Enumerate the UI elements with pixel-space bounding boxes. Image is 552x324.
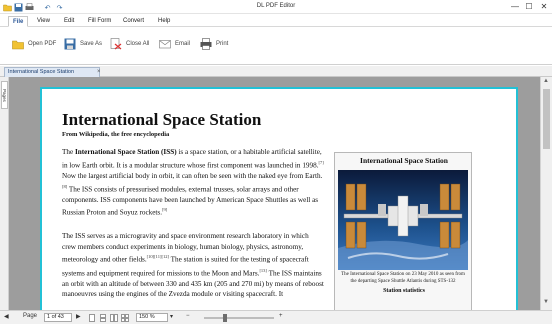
zoom-select[interactable]: 150 % (136, 313, 168, 322)
page-number-field[interactable]: 1 of 43 (44, 313, 72, 322)
scroll-up-icon[interactable]: ▲ (543, 78, 549, 84)
minimize-button[interactable]: — (508, 1, 522, 12)
prev-page-icon[interactable]: ◀ (4, 313, 9, 320)
paragraph-intro: The International Space Station (ISS) is… (62, 147, 324, 218)
para2-ref1[interactable]: [10][11][12] (147, 254, 169, 259)
tab-close-icon[interactable]: × (97, 68, 101, 77)
document-tab-label: International Space Station (8, 69, 75, 75)
menu-file[interactable]: File (8, 16, 29, 27)
menu-file-label: File (13, 19, 24, 25)
zoom-in-button[interactable]: + (279, 313, 283, 319)
page-label: Page (23, 313, 38, 319)
infobox-stats-heading: Station statistics (383, 288, 425, 294)
email-icon (159, 38, 171, 50)
menu-edit[interactable]: Edit (60, 16, 78, 27)
print-button[interactable]: Print (200, 37, 228, 51)
document-tab-strip: International Space Station × (0, 66, 552, 77)
paragraph-research: The ISS serves as a microgravity and spa… (62, 231, 324, 300)
title-bar: ↶ ↷ DL PDF Editor — ☐ ✕ (0, 0, 552, 14)
scroll-thumb[interactable] (543, 89, 550, 149)
close-all-icon (110, 38, 122, 50)
pages-panel-tab[interactable]: Pages (1, 81, 8, 109)
para1-bold: International Space Station (ISS) (74, 148, 177, 156)
close-all-button[interactable]: Close All (110, 37, 149, 51)
document-heading: International Space Station (62, 110, 262, 129)
para1-ref3[interactable]: [9] (162, 207, 167, 212)
continuous-view-icon[interactable] (99, 314, 107, 322)
zoom-slider-thumb[interactable] (223, 314, 227, 322)
printer-icon (200, 38, 212, 50)
next-page-icon[interactable]: ▶ (76, 313, 81, 320)
zoom-dropdown-icon[interactable]: ▾ (170, 313, 173, 320)
open-pdf-label: Open PDF (28, 41, 57, 47)
menu-bar: File View Edit Fill Form Convert Help (0, 14, 552, 27)
para1-text3: Now the largest artificial body in orbit… (62, 171, 323, 180)
save-as-label: Save As (80, 41, 103, 47)
infobox: International Space Station The Internat… (334, 152, 472, 310)
vertical-scrollbar[interactable]: ▲ ▼ (540, 77, 552, 310)
facing-view-icon[interactable] (110, 314, 118, 322)
open-pdf-button[interactable]: Open PDF (12, 37, 56, 51)
pdf-page[interactable]: International Space Station From Wikiped… (40, 87, 518, 310)
infobox-title: International Space Station (360, 156, 448, 165)
side-panel: Pages (0, 77, 9, 310)
zoom-out-button[interactable]: − (186, 313, 190, 319)
scroll-down-icon[interactable]: ▼ (543, 299, 549, 305)
facing-continuous-view-icon[interactable] (121, 314, 129, 322)
email-button[interactable]: Email (159, 37, 190, 51)
window-title: DL PDF Editor (256, 3, 296, 9)
para1-text4: The ISS consists of pressurised modules,… (62, 184, 319, 217)
iss-photo (338, 170, 468, 270)
save-as-icon (64, 38, 76, 50)
zoom-slider-track[interactable] (204, 317, 274, 319)
print-label: Print (216, 41, 229, 47)
infobox-caption: The International Space Station on 23 Ma… (341, 272, 465, 284)
status-bar: ◀ Page 1 of 43 ▶ 150 % ▾ − + (0, 310, 552, 324)
menu-fill-form[interactable]: Fill Form (84, 16, 115, 27)
para2-ref2[interactable]: [13] (259, 268, 267, 273)
single-page-view-icon[interactable] (88, 314, 96, 322)
menu-convert[interactable]: Convert (119, 16, 148, 27)
document-subtitle: From Wikipedia, the free encyclopedia (62, 131, 170, 138)
email-label: Email (175, 41, 191, 47)
close-button[interactable]: ✕ (537, 1, 551, 12)
para1-ref1[interactable]: [7] (319, 160, 324, 165)
save-as-button[interactable]: Save As (64, 37, 102, 51)
menu-help[interactable]: Help (154, 16, 174, 27)
para1-text1: The (62, 148, 75, 156)
menu-view[interactable]: View (33, 16, 54, 27)
close-all-label: Close All (126, 41, 150, 47)
ribbon-toolbar: Open PDF Save As Close All Email Print (0, 27, 552, 65)
folder-open-icon (12, 38, 24, 50)
maximize-button[interactable]: ☐ (522, 1, 536, 12)
document-tab[interactable]: International Space Station × (4, 67, 101, 77)
